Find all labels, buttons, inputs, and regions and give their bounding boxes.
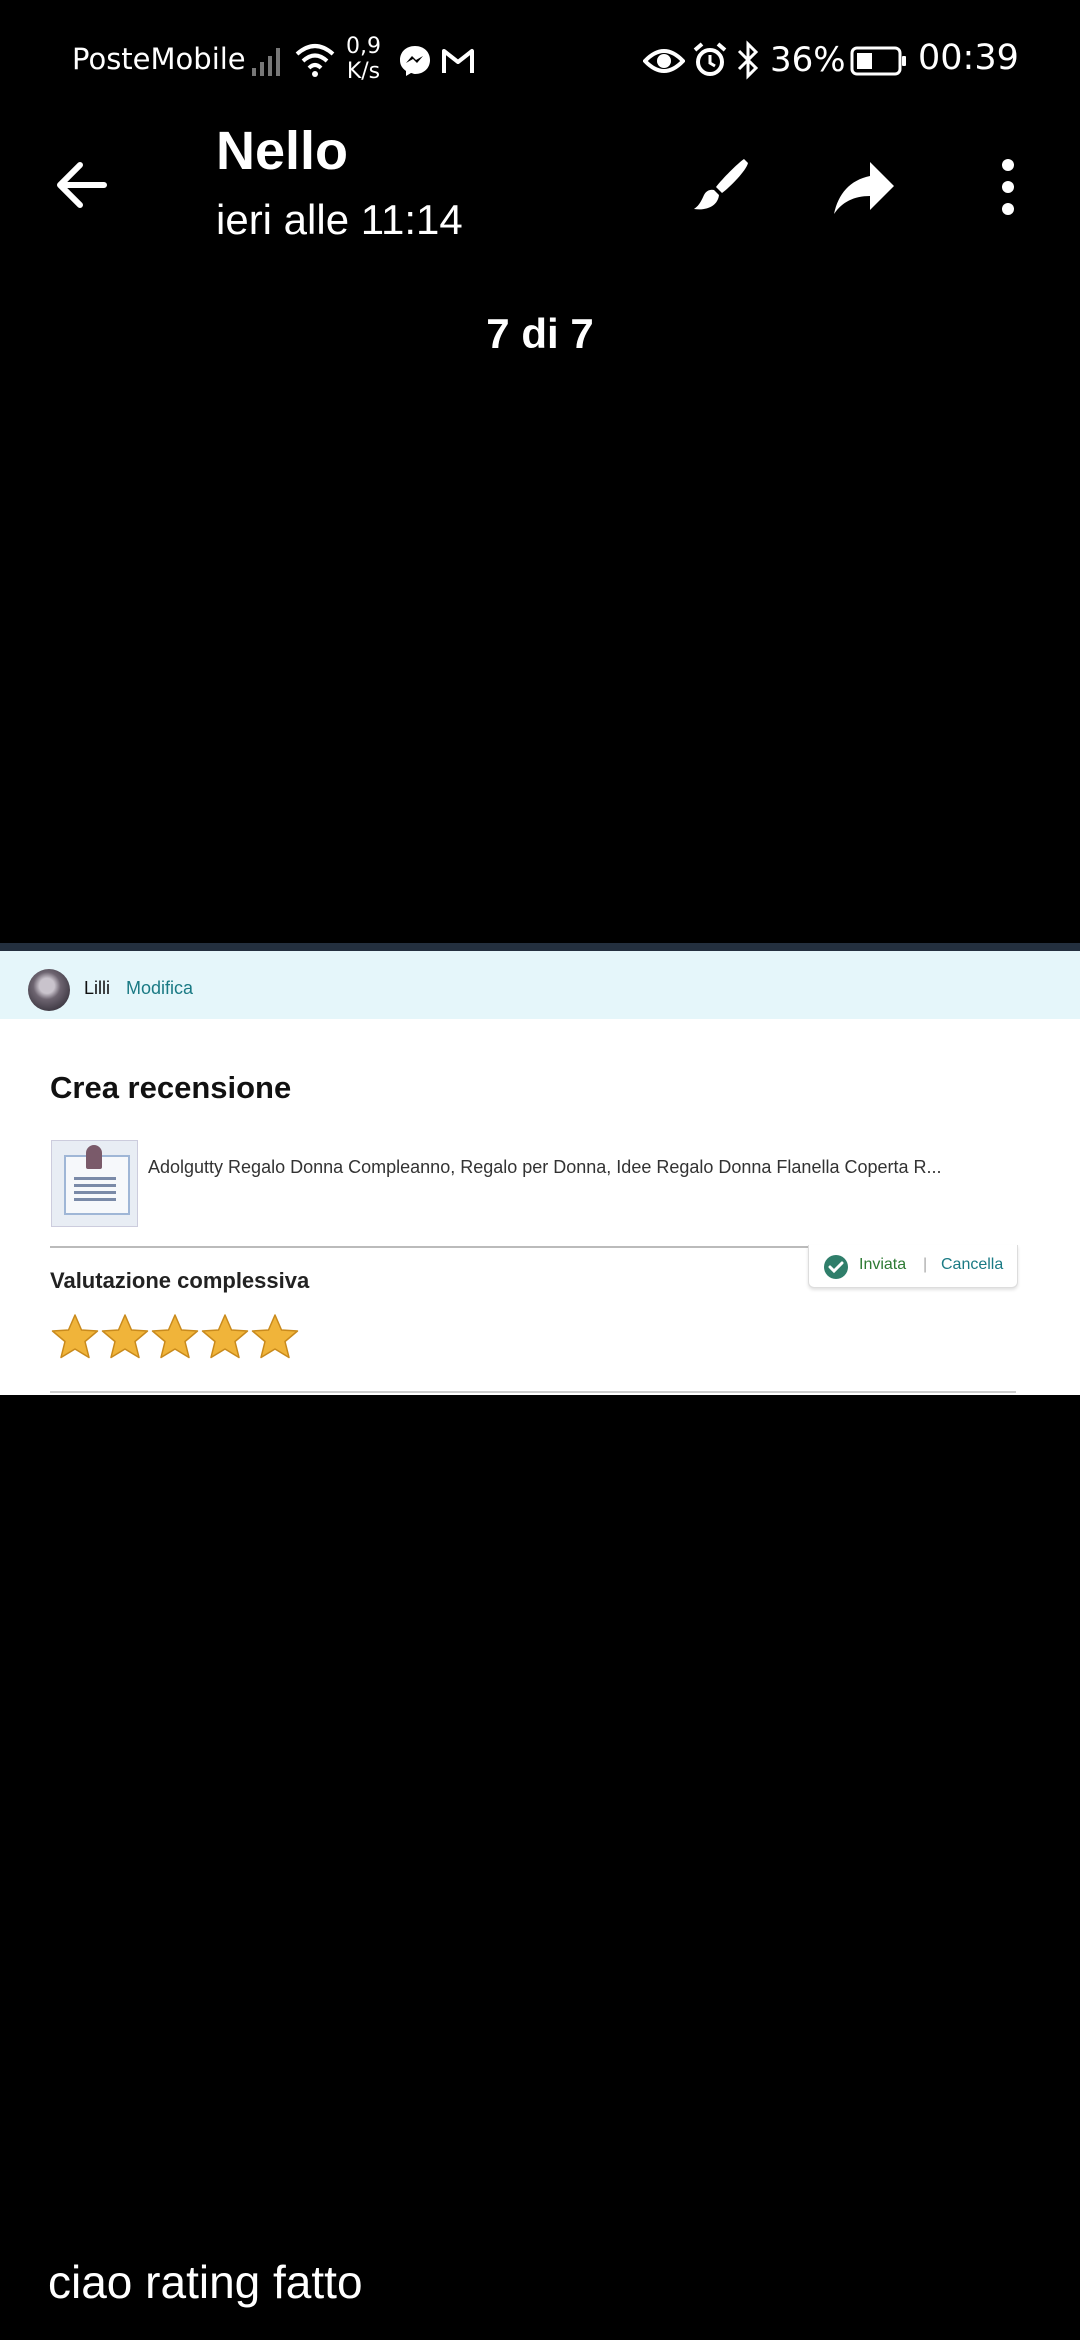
cancel-link: Cancella <box>941 1256 1004 1273</box>
edit-link: Modifica <box>126 978 194 998</box>
battery-icon <box>850 46 906 76</box>
messenger-icon <box>400 46 430 76</box>
timestamp: ieri alle 11:14 <box>216 196 463 243</box>
star-icon <box>251 1314 299 1359</box>
image-counter: 7 di 7 <box>486 310 594 357</box>
status-bar: PosteMobile 0,9 K/s 36% 00:39 <box>0 0 1080 120</box>
star-icon <box>151 1314 199 1359</box>
review-heading: Crea recensione <box>50 1070 292 1105</box>
submission-status: Inviata | Cancella <box>808 1245 1018 1288</box>
back-icon[interactable] <box>52 155 112 215</box>
speed-value: 0,9 <box>346 34 381 59</box>
rating-heading: Valutazione complessiva <box>50 1268 310 1293</box>
eye-icon <box>643 49 685 73</box>
wifi-icon <box>295 44 335 77</box>
more-icon[interactable] <box>994 155 1022 219</box>
star-rating <box>50 1313 300 1363</box>
status-sent: Inviata <box>859 1256 907 1273</box>
star-icon <box>101 1314 149 1359</box>
header-strip <box>0 943 1080 951</box>
user-name: Lilli <box>84 978 111 998</box>
bluetooth-icon <box>737 40 759 80</box>
product-thumbnail <box>51 1140 138 1227</box>
share-icon[interactable] <box>832 158 898 216</box>
clock: 00:39 <box>918 38 1019 78</box>
alarm-icon <box>693 42 727 76</box>
brush-icon[interactable] <box>688 155 752 219</box>
battery-percent: 36% <box>770 40 846 80</box>
check-circle-icon <box>824 1255 848 1279</box>
message-caption: ciao rating fatto <box>48 2256 363 2308</box>
signal-icon <box>252 48 280 76</box>
gmail-icon <box>442 49 474 73</box>
speed-unit: K/s <box>346 59 381 84</box>
star-icon <box>51 1314 99 1359</box>
chat-title: Nello <box>216 121 349 181</box>
status-separator: | <box>923 1256 928 1273</box>
shared-image[interactable]: Lilli Modifica Crea recensione Adolgutty… <box>0 943 1080 1395</box>
star-icon <box>201 1314 249 1359</box>
product-title: Adolgutty Regalo Donna Compleanno, Regal… <box>148 1157 942 1177</box>
carrier-name: PosteMobile <box>72 42 246 76</box>
network-speed: 0,9 K/s <box>346 34 381 84</box>
avatar <box>28 969 70 1011</box>
divider-bottom <box>50 1391 1016 1393</box>
user-bar: Lilli Modifica <box>0 951 1080 1019</box>
